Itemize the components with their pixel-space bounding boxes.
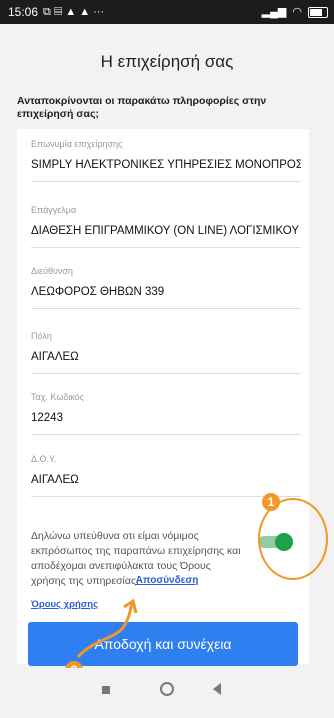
field-label: Δ.Ο.Υ. [31, 454, 57, 464]
intro-text: Ανταποκρίνονται οι παρακάτω πληροφορίες … [17, 95, 267, 120]
field-value: ΔΙΑΘΕΣΗ ΕΠΙΓΡΑΜΜΙΚΟΥ (ON LINE) ΛΟΓΙΣΜΙΚΟ… [31, 225, 300, 237]
recents-icon[interactable] [102, 686, 110, 694]
field-value: 12243 [31, 412, 63, 424]
field-label: Πόλη [31, 331, 52, 341]
field-business-name[interactable]: Επωνυμία επιχείρησης SIMPLY ΗΛΕΚΤΡΟΝΙΚΕΣ… [31, 139, 301, 182]
battery-icon [308, 6, 328, 18]
status-bar: 15:06 ⧉ ▤ ▲ ▲ ··· ▂▄▆ ◠ [0, 0, 334, 24]
signal-icon: ▂▄▆ [261, 6, 287, 18]
wifi-icon: ◠ [292, 6, 302, 18]
field-city[interactable]: Πόλη ΑΙΓΑΛΕΩ [31, 331, 301, 374]
field-label: Επωνυμία επιχείρησης [31, 139, 123, 149]
field-underline [31, 181, 301, 182]
field-label: Ταχ. Κωδικός [31, 392, 85, 402]
annotation-arrow [76, 599, 138, 659]
field-underline [31, 247, 301, 248]
system-nav-bar [0, 668, 334, 718]
field-underline [31, 434, 301, 435]
status-time: 15:06 [8, 5, 39, 19]
field-label: Επάγγελμα [31, 205, 77, 215]
field-postal-code[interactable]: Ταχ. Κωδικός 12243 [31, 392, 301, 435]
accept-continue-button[interactable]: Αποδοχή και συνέχεια [28, 622, 298, 666]
field-value: ΑΙΓΑΛΕΩ [31, 474, 79, 486]
home-icon[interactable] [160, 682, 174, 696]
main-content: Η επιχείρησή σας Ανταποκρίνονται οι παρα… [0, 24, 334, 679]
field-value: ΛΕΩΦΟΡΟΣ ΘΗΒΩΝ 339 [31, 286, 165, 298]
field-profession[interactable]: Επάγγελμα ΔΙΑΘΕΣΗ ΕΠΙΓΡΑΜΜΙΚΟΥ (ON LINE)… [31, 205, 301, 248]
field-underline [31, 373, 301, 374]
field-underline [31, 308, 301, 309]
notification-icons: ⧉ ▤ ▲ ▲ ··· [43, 6, 105, 18]
annotation-badge-1: 1 [262, 493, 280, 511]
page-title: Η επιχείρησή σας [100, 52, 234, 71]
field-value: ΑΙΓΑΛΕΩ [31, 351, 79, 363]
field-underline [31, 496, 301, 497]
field-label: Διεύθυνση [31, 266, 73, 276]
field-address[interactable]: Διεύθυνση ΛΕΩΦΟΡΟΣ ΘΗΒΩΝ 339 [31, 266, 301, 309]
field-tax-office[interactable]: Δ.Ο.Υ. ΑΙΓΑΛΕΩ [31, 454, 301, 497]
back-icon[interactable] [213, 683, 221, 695]
field-value: SIMPLY ΗΛΕΚΤΡΟΝΙΚΕΣ ΥΠΗΡΕΣΙΕΣ ΜΟΝΟΠΡΟΣ [31, 159, 301, 171]
